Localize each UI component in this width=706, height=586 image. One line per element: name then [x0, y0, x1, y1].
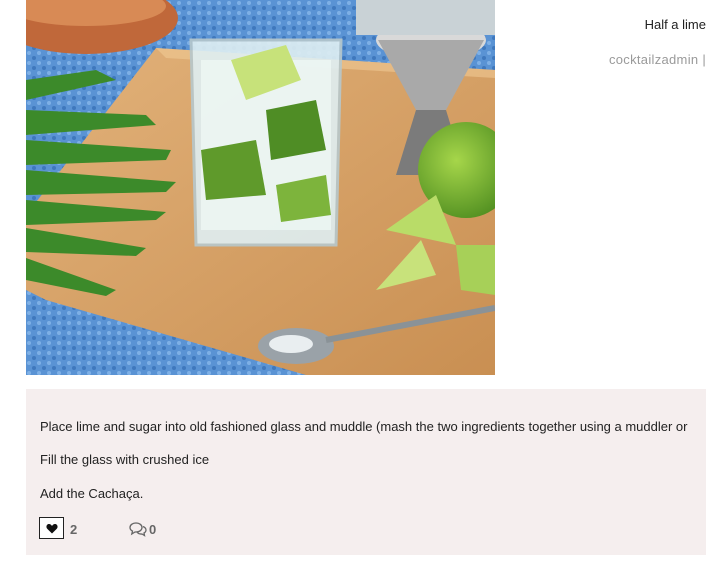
instruction-step: Fill the glass with crushed ice [40, 452, 210, 467]
heart-icon [45, 523, 58, 533]
ingredient-text: Half a lime [644, 17, 706, 32]
author-link[interactable]: cocktailzadmin | [609, 52, 706, 67]
like-button[interactable] [39, 517, 64, 539]
comment-count: 0 [149, 522, 157, 537]
cocktail-photo [26, 0, 495, 375]
comment-bubble-icon[interactable] [129, 521, 147, 537]
post-body: Place lime and sugar into old fashioned … [26, 389, 706, 555]
instruction-step: Place lime and sugar into old fashioned … [40, 419, 688, 434]
cocktail-illustration [26, 0, 495, 375]
instruction-step: Add the Cachaça. [40, 486, 144, 501]
like-count: 2 [70, 522, 78, 537]
